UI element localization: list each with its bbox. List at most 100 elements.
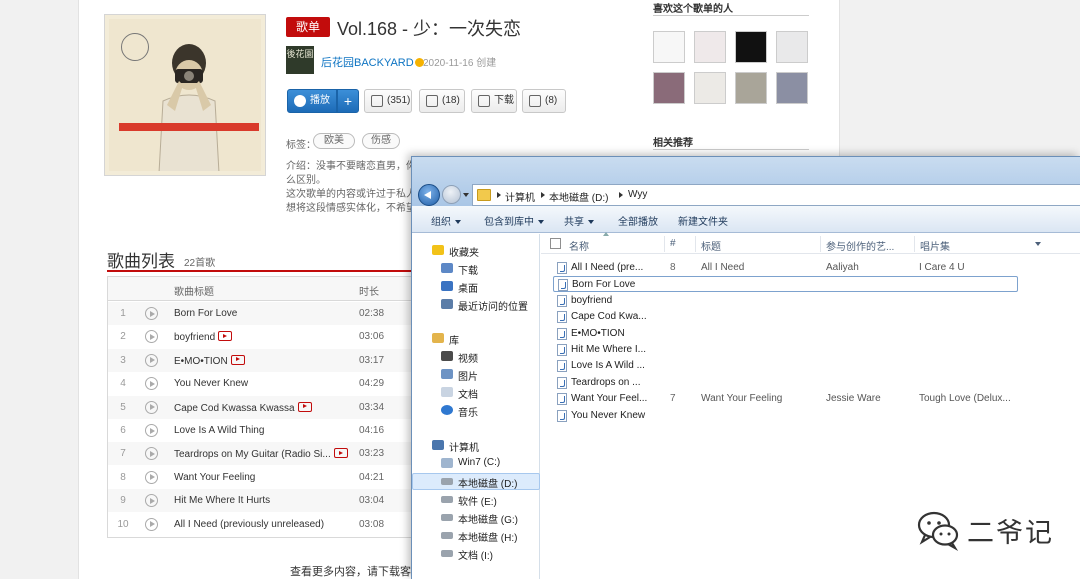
song-row[interactable]: 2 boyfriend 03:06 [108,325,411,348]
file-row[interactable]: Cape Cod Kwa... [553,309,1018,325]
mv-icon[interactable] [297,401,312,412]
new-folder-button[interactable]: 新建文件夹 [678,213,728,228]
share-button[interactable]: (18) [419,89,465,113]
song-row[interactable]: 7 Teardrops on My Guitar (Radio Si... 03:2… [108,442,411,466]
song-row[interactable]: 1 Born For Love 02:38 [108,302,411,325]
chevron-right-icon[interactable] [619,192,623,198]
back-arrow-icon[interactable] [418,184,440,206]
song-row[interactable]: 6 Love Is A Wild Thing 04:16 [108,419,411,442]
mv-icon[interactable] [230,354,245,365]
nav-recent-places[interactable]: 最近访问的位置 [412,296,540,313]
address-bar[interactable]: 计算机 本地磁盘 (D:) Wyy [472,184,1080,206]
organize-menu[interactable]: 组织 [431,213,461,228]
column-divider[interactable] [914,236,915,252]
column-name[interactable]: 名称 [569,238,589,253]
play-circle-icon[interactable] [145,377,158,391]
creator-avatar[interactable]: 後花園 [286,46,314,74]
file-name[interactable]: Cape Cod Kwa... [571,311,649,322]
song-row[interactable]: 8 Want Your Feeling 04:21 [108,466,411,489]
nav-pictures[interactable]: 图片 [412,366,540,383]
file-name[interactable]: E•MO•TION [571,328,649,339]
forward-arrow-icon[interactable] [442,185,461,204]
song-title[interactable]: All I Need (previously unreleased) [174,519,324,530]
column-album[interactable]: 唱片集 [920,238,950,253]
play-circle-icon[interactable] [145,424,158,437]
play-button[interactable]: 播放 [287,89,337,113]
song-row[interactable]: 5 Cape Cod Kwassa Kwassa 03:34 [108,395,411,419]
add-to-queue-button[interactable]: + [337,89,359,113]
song-title[interactable]: Love Is A Wild Thing [174,425,264,436]
file-row[interactable]: Born For Love [553,276,1018,293]
include-in-library-menu[interactable]: 包含到库中 [484,213,544,228]
file-row[interactable]: Love Is A Wild ... [553,358,1018,374]
nav-music[interactable]: 音乐 [412,402,540,419]
song-row[interactable]: 3 E•MO•TION 03:17 [108,348,411,372]
song-title[interactable]: E•MO•TION [174,354,245,367]
column-artists[interactable]: 参与创作的艺... [826,238,894,253]
chevron-right-icon[interactable] [497,192,501,198]
nav-drive-d[interactable]: 本地磁盘 (D:) [412,473,540,490]
column-divider[interactable] [695,236,696,252]
liker-avatar[interactable] [694,31,726,63]
nav-libraries[interactable]: 库 [412,330,540,347]
file-row[interactable]: Want Your Feel... 7 Want Your Feeling Jessi… [553,391,1018,407]
song-title[interactable]: Born For Love [174,308,237,319]
tag-pill[interactable]: 欧美 [313,133,355,149]
column-number[interactable]: # [670,238,676,249]
liker-avatar[interactable] [735,72,767,104]
creator-link[interactable]: 后花园BACKYARD [321,54,424,70]
nav-drive-g[interactable]: 本地磁盘 (G:) [412,509,540,526]
nav-favorites[interactable]: 收藏夹 [412,242,540,259]
nav-computer[interactable]: 计算机 [412,437,540,454]
favorite-button[interactable]: (351) [364,89,412,113]
play-circle-icon[interactable] [145,447,158,461]
tag-pill[interactable]: 伤感 [362,133,400,149]
history-dropdown-icon[interactable] [463,193,469,197]
nav-documents[interactable]: 文档 [412,384,540,401]
chevron-right-icon[interactable] [541,192,545,198]
playlist-cover[interactable] [104,14,266,176]
mv-icon[interactable] [333,448,348,459]
play-circle-icon[interactable] [145,517,158,531]
file-name[interactable]: Born For Love [572,279,650,290]
breadcrumb-drive-d[interactable]: 本地磁盘 (D:) [549,189,608,204]
file-name[interactable]: boyfriend [571,295,649,306]
song-title[interactable]: boyfriend [174,331,233,343]
song-row[interactable]: 4 You Never Knew 04:29 [108,372,411,395]
song-title[interactable]: Teardrops on My Guitar (Radio Si... [174,448,348,460]
download-client-hint[interactable]: 查看更多内容，请下载客户 [290,563,422,579]
file-name[interactable]: You Never Knew [571,410,649,421]
column-title[interactable]: 标题 [701,238,721,253]
nav-downloads[interactable]: 下载 [412,260,540,277]
nav-drive-h[interactable]: 本地磁盘 (H:) [412,527,540,544]
nav-drive-c[interactable]: Win7 (C:) [412,455,540,472]
nav-drive-i[interactable]: 文档 (I:) [412,545,540,562]
nav-drive-e[interactable]: 软件 (E:) [412,491,540,508]
liker-avatar[interactable] [653,31,685,63]
file-name[interactable]: Teardrops on ... [571,377,649,388]
mv-icon[interactable] [218,331,233,342]
column-divider[interactable] [664,236,665,252]
song-row[interactable]: 9 Hit Me Where It Hurts 03:04 [108,489,411,513]
file-row[interactable]: You Never Knew [553,408,1018,424]
play-circle-icon[interactable] [145,494,158,508]
breadcrumb-computer[interactable]: 计算机 [505,189,535,204]
play-circle-icon[interactable] [145,330,158,344]
song-title[interactable]: Cape Cod Kwassa Kwassa [174,401,312,414]
file-row[interactable]: boyfriend [553,293,1018,309]
file-row[interactable]: Teardrops on ... [553,375,1018,391]
play-circle-icon[interactable] [145,307,158,320]
select-all-checkbox[interactable] [550,238,561,249]
liker-avatar[interactable] [694,72,726,104]
file-name[interactable]: Want Your Feel... [571,393,649,404]
comment-button[interactable]: (8) [522,89,566,113]
liker-avatar[interactable] [653,72,685,104]
song-row[interactable]: 10 All I Need (previously unreleased) 03:0… [108,513,411,536]
file-row[interactable]: E•MO•TION [553,326,1018,342]
file-name[interactable]: All I Need (pre... [571,262,649,273]
download-button[interactable]: 下载 [471,89,517,113]
file-row[interactable]: Hit Me Where I... [553,342,1018,358]
play-circle-icon[interactable] [145,400,158,414]
file-name[interactable]: Hit Me Where I... [571,344,649,355]
column-filter-dropdown-icon[interactable] [1035,242,1041,246]
